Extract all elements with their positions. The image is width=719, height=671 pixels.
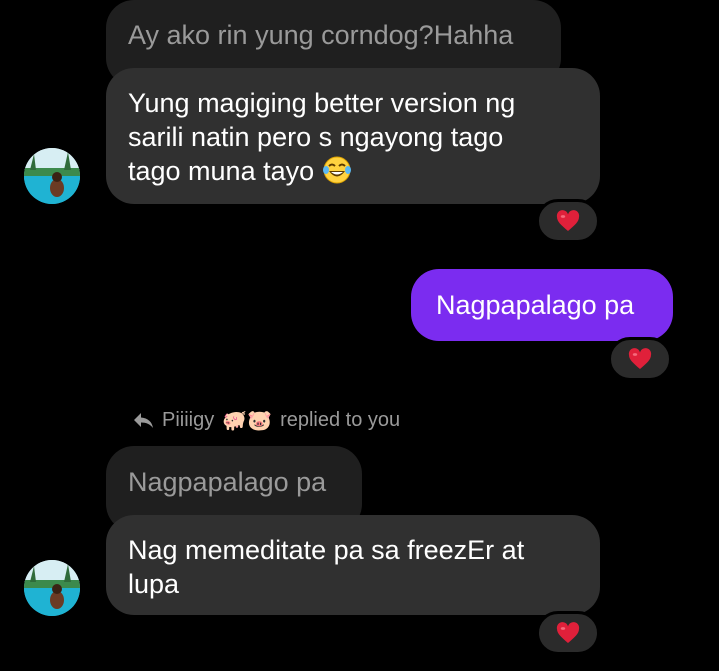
pig-emojis: 🐖🐷 xyxy=(222,409,273,432)
message-line: lupa xyxy=(128,569,180,599)
avatar[interactable] xyxy=(24,148,80,204)
incoming-message-bubble[interactable]: Yung magiging better version ng sarili n… xyxy=(106,68,600,204)
reply-arrow-icon xyxy=(134,413,153,428)
avatar[interactable] xyxy=(24,560,80,616)
message-line: Nag memeditate pa sa freezEr at xyxy=(128,535,525,565)
tears-of-joy-emoji-icon xyxy=(322,156,351,184)
heart-icon xyxy=(628,348,652,369)
message-line: tago muna tayo xyxy=(128,154,600,188)
quoted-message-text: Nagpapalago pa xyxy=(128,467,327,497)
reply-label: replied to you xyxy=(280,408,401,431)
outgoing-message-text: Nagpapalago pa xyxy=(436,290,635,320)
reply-indicator: Piiiigy 🐖🐷 replied to you xyxy=(132,405,400,435)
message-line: sarili natin pero s ngayong tago xyxy=(128,122,504,152)
heart-icon xyxy=(556,210,580,231)
outgoing-message-bubble[interactable]: Nagpapalago pa xyxy=(411,269,673,341)
heart-icon xyxy=(556,622,580,643)
heart-reaction[interactable] xyxy=(536,611,600,655)
message-line: Yung magiging better version ng xyxy=(128,88,516,118)
incoming-message-bubble[interactable]: Nag memeditate pa sa freezEr at lupa xyxy=(106,515,600,615)
quoted-message-text: Ay ako rin yung corndog?Hahha xyxy=(128,20,514,50)
heart-reaction[interactable] xyxy=(536,199,600,243)
reply-sender-name: Piiiigy xyxy=(162,408,215,431)
heart-reaction[interactable] xyxy=(608,337,672,381)
